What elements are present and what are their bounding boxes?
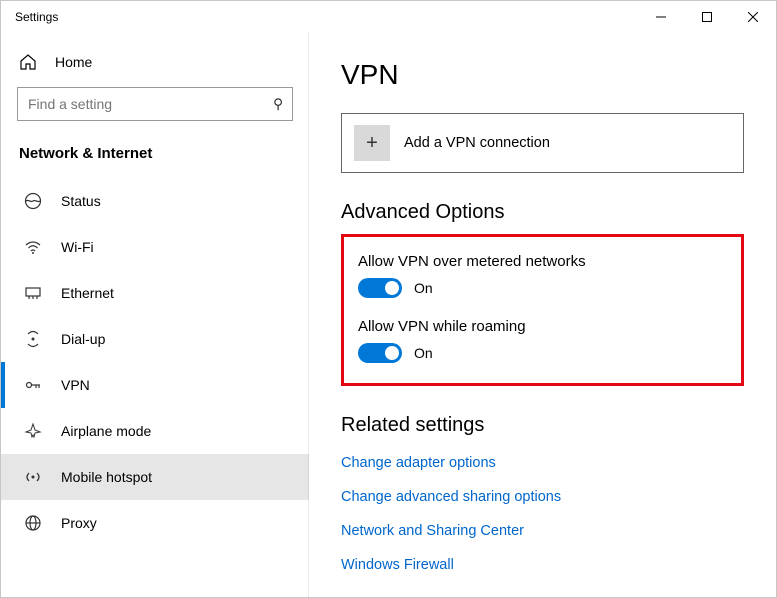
advanced-options-header: Advanced Options [341, 201, 744, 224]
home-label: Home [55, 54, 92, 70]
related-link-windows-firewall[interactable]: Windows Firewall [341, 557, 744, 573]
home-link[interactable]: Home [1, 43, 309, 81]
option1-label: Allow VPN over metered networks [358, 253, 727, 270]
sidebar-item-label: Wi-Fi [61, 239, 94, 255]
page-title: VPN [341, 59, 744, 91]
related-link-change-advanced-sharing-options[interactable]: Change advanced sharing options [341, 489, 744, 505]
sidebar-item-label: Airplane mode [61, 423, 151, 439]
sidebar-item-proxy[interactable]: Proxy [1, 500, 309, 546]
sidebar-item-label: Status [61, 193, 101, 209]
highlighted-region: Allow VPN over metered networks On Allow… [341, 234, 744, 386]
option2-label: Allow VPN while roaming [358, 318, 727, 335]
search-input[interactable] [17, 87, 293, 121]
section-title: Network & Internet [1, 131, 309, 178]
dialup-icon [23, 330, 43, 348]
ethernet-icon [23, 284, 43, 302]
sidebar-item-wi-fi[interactable]: Wi-Fi [1, 224, 309, 270]
titlebar: Settings [1, 1, 776, 33]
vpn-icon [23, 376, 43, 394]
sidebar-item-label: Ethernet [61, 285, 114, 301]
hotspot-icon [23, 468, 43, 486]
related-settings-header: Related settings [341, 414, 744, 437]
sidebar: Home ⚲ Network & Internet StatusWi-FiEth… [1, 33, 309, 597]
sidebar-item-ethernet[interactable]: Ethernet [1, 270, 309, 316]
option2-toggle[interactable] [358, 343, 402, 363]
sidebar-item-airplane-mode[interactable]: Airplane mode [1, 408, 309, 454]
sidebar-item-vpn[interactable]: VPN [1, 362, 309, 408]
sidebar-item-label: Dial-up [61, 331, 105, 347]
sidebar-item-status[interactable]: Status [1, 178, 309, 224]
sidebar-item-dial-up[interactable]: Dial-up [1, 316, 309, 362]
settings-window: Settings Home ⚲ Netw [0, 0, 777, 598]
related-link-network-and-sharing-center[interactable]: Network and Sharing Center [341, 523, 744, 539]
main-content: VPN + Add a VPN connection Advanced Opti… [309, 33, 776, 597]
sidebar-item-label: Mobile hotspot [61, 469, 152, 485]
minimize-button[interactable] [638, 1, 684, 33]
status-icon [23, 192, 43, 210]
option2-state: On [414, 345, 433, 361]
plus-icon: + [354, 125, 390, 161]
add-vpn-label: Add a VPN connection [404, 135, 550, 151]
add-vpn-button[interactable]: + Add a VPN connection [341, 113, 744, 173]
close-button[interactable] [730, 1, 776, 33]
option1-toggle[interactable] [358, 278, 402, 298]
option1-state: On [414, 280, 433, 296]
sidebar-item-mobile-hotspot[interactable]: Mobile hotspot [1, 454, 309, 500]
related-link-change-adapter-options[interactable]: Change adapter options [341, 455, 744, 471]
sidebar-item-label: Proxy [61, 515, 97, 531]
maximize-button[interactable] [684, 1, 730, 33]
airplane-icon [23, 422, 43, 440]
wifi-icon [23, 238, 43, 256]
window-title: Settings [15, 10, 58, 24]
proxy-icon [23, 514, 43, 532]
sidebar-item-label: VPN [61, 377, 90, 393]
home-icon [19, 53, 37, 71]
